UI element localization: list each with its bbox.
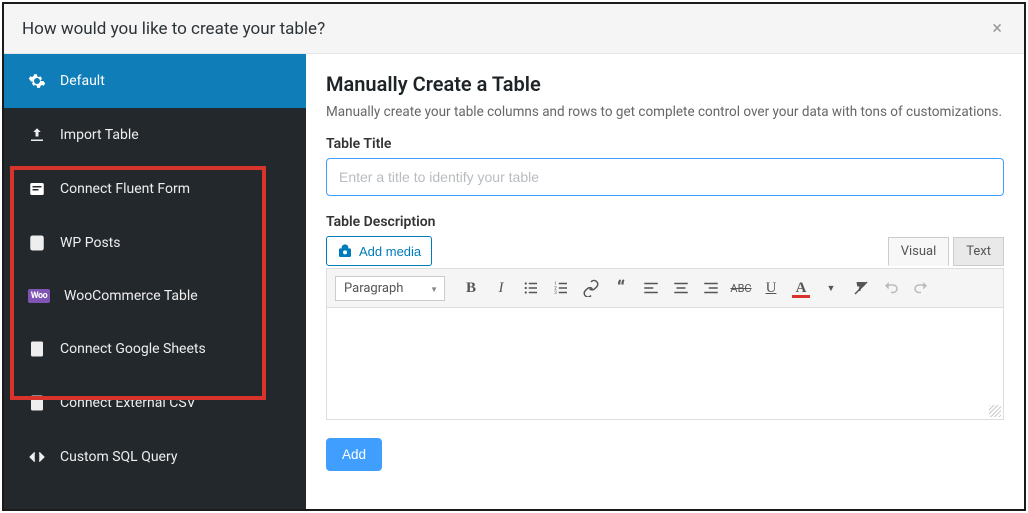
quote-button[interactable]: “ bbox=[607, 274, 635, 302]
editor-toolbar: Paragraph B I 123 “ ABC U A ▼ bbox=[326, 268, 1004, 308]
content-description: Manually create your table columns and r… bbox=[326, 104, 1004, 120]
bold-button[interactable]: B bbox=[457, 274, 485, 302]
sidebar-item-label: Connect External CSV bbox=[60, 395, 196, 411]
add-media-label: Add media bbox=[359, 244, 421, 259]
sidebar-item-wp-posts[interactable]: WP Posts bbox=[4, 216, 306, 270]
form-icon bbox=[28, 180, 46, 198]
numbered-list-button[interactable]: 123 bbox=[547, 274, 575, 302]
paragraph-select[interactable]: Paragraph bbox=[335, 276, 445, 301]
align-center-button[interactable] bbox=[667, 274, 695, 302]
content-heading: Manually Create a Table bbox=[326, 72, 1004, 96]
csv-icon bbox=[28, 394, 46, 412]
sidebar-item-woocommerce[interactable]: Woo WooCommerce Table bbox=[4, 270, 306, 322]
color-chevron-button[interactable]: ▼ bbox=[817, 274, 845, 302]
sidebar-item-label: WooCommerce Table bbox=[64, 288, 198, 304]
sidebar-item-label: Custom SQL Query bbox=[60, 449, 177, 465]
modal-header: How would you like to create your table?… bbox=[4, 4, 1024, 54]
post-icon bbox=[28, 234, 46, 252]
table-title-input[interactable] bbox=[326, 158, 1004, 196]
text-color-button[interactable]: A bbox=[787, 274, 815, 302]
gear-icon bbox=[28, 72, 46, 90]
description-label: Table Description bbox=[326, 214, 1004, 230]
close-icon[interactable]: × bbox=[988, 18, 1006, 39]
sidebar-item-label: WP Posts bbox=[60, 235, 120, 251]
sidebar-item-external-csv[interactable]: Connect External CSV bbox=[4, 376, 306, 430]
sidebar-item-import[interactable]: Import Table bbox=[4, 108, 306, 162]
code-icon bbox=[28, 448, 46, 466]
underline-button[interactable]: U bbox=[757, 274, 785, 302]
italic-button[interactable]: I bbox=[487, 274, 515, 302]
resize-handle-icon[interactable] bbox=[989, 405, 1001, 417]
sidebar-item-sql-query[interactable]: Custom SQL Query bbox=[4, 430, 306, 484]
align-left-button[interactable] bbox=[637, 274, 665, 302]
tab-text[interactable]: Text bbox=[953, 237, 1004, 266]
tab-visual[interactable]: Visual bbox=[888, 237, 950, 266]
undo-button[interactable] bbox=[877, 274, 905, 302]
clear-format-button[interactable] bbox=[847, 274, 875, 302]
media-icon bbox=[337, 243, 353, 259]
align-right-button[interactable] bbox=[697, 274, 725, 302]
add-button[interactable]: Add bbox=[326, 438, 382, 471]
woo-icon: Woo bbox=[28, 289, 50, 303]
editor-textarea[interactable] bbox=[326, 308, 1004, 420]
sidebar-item-fluent-form[interactable]: Connect Fluent Form bbox=[4, 162, 306, 216]
main-content: Manually Create a Table Manually create … bbox=[306, 54, 1024, 509]
modal-body: Default Import Table Connect Fluent Form… bbox=[4, 54, 1024, 509]
sidebar-item-label: Connect Google Sheets bbox=[60, 341, 206, 357]
editor-tabs: Visual Text bbox=[884, 237, 1004, 266]
editor-top-bar: Add media Visual Text bbox=[326, 236, 1004, 266]
modal-title: How would you like to create your table? bbox=[22, 19, 325, 39]
link-button[interactable] bbox=[577, 274, 605, 302]
title-label: Table Title bbox=[326, 136, 1004, 152]
bullet-list-button[interactable] bbox=[517, 274, 545, 302]
svg-text:3: 3 bbox=[554, 290, 557, 296]
sidebar: Default Import Table Connect Fluent Form… bbox=[4, 54, 306, 509]
redo-button[interactable] bbox=[907, 274, 935, 302]
sidebar-item-label: Connect Fluent Form bbox=[60, 181, 190, 197]
sidebar-item-default[interactable]: Default bbox=[4, 54, 306, 108]
sidebar-item-google-sheets[interactable]: Connect Google Sheets bbox=[4, 322, 306, 376]
sheet-icon bbox=[28, 340, 46, 358]
create-table-modal: How would you like to create your table?… bbox=[2, 2, 1026, 511]
add-media-button[interactable]: Add media bbox=[326, 236, 432, 266]
sidebar-item-label: Default bbox=[60, 73, 105, 89]
sidebar-item-label: Import Table bbox=[60, 127, 139, 143]
upload-icon bbox=[28, 126, 46, 144]
strikethrough-button[interactable]: ABC bbox=[727, 274, 755, 302]
